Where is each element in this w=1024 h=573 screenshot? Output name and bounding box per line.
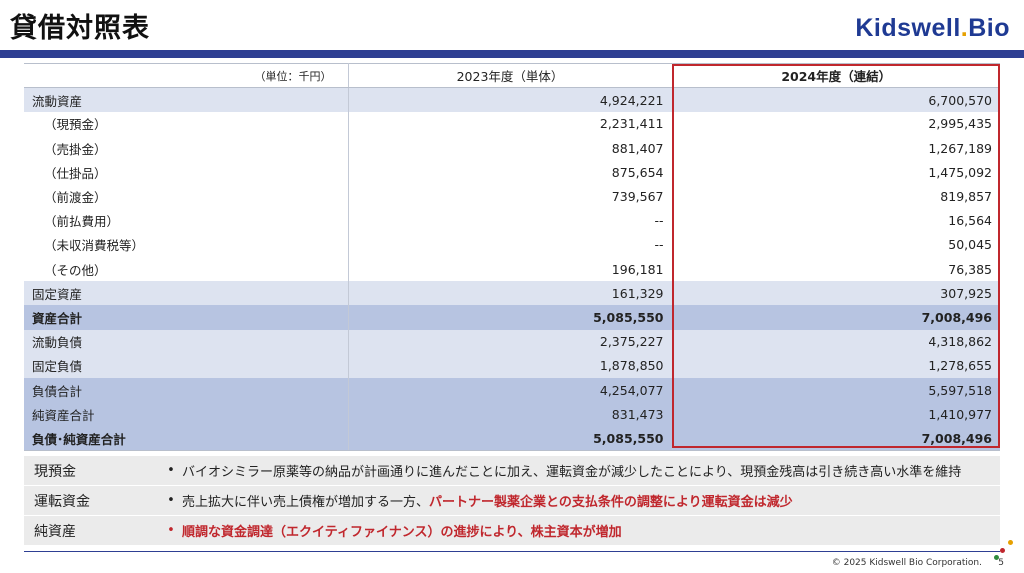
value-2024: 7,008,496 bbox=[672, 305, 1000, 330]
table-row: 固定資産 161,329 307,925 bbox=[24, 281, 1000, 306]
note-label: 運転資金 bbox=[34, 493, 90, 510]
column-header-2024: 2024年度（連結） bbox=[672, 62, 1000, 89]
row-label: （未収消費税等） bbox=[24, 232, 349, 257]
row-label: 負債合計 bbox=[24, 377, 349, 403]
value-2024: 76,385 bbox=[672, 257, 1000, 282]
table-row: 流動負債 2,375,227 4,318,862 bbox=[24, 329, 1000, 354]
row-label: （前渡金） bbox=[24, 184, 349, 209]
value-2024: 1,410,977 bbox=[672, 402, 1000, 427]
value-2024: 7,008,496 bbox=[672, 426, 1000, 452]
unit-label: （単位：千円） bbox=[24, 62, 349, 89]
note-text-body: 売上拡大に伴い売上債権が増加する一方、 bbox=[182, 495, 430, 510]
bullet-icon: • bbox=[167, 463, 175, 478]
page-title: 貸借対照表 bbox=[10, 13, 150, 44]
value-2024: 50,045 bbox=[672, 232, 1000, 257]
note-row-cash: 現預金 • バイオシミラー原薬等の納品が計画通りに進んだことに加え、運転資金が減… bbox=[24, 456, 1000, 485]
note-label: 現預金 bbox=[34, 463, 76, 480]
value-2023: 4,254,077 bbox=[348, 377, 673, 403]
value-2024: 1,278,655 bbox=[672, 353, 1000, 378]
row-label: （仕掛品） bbox=[24, 160, 349, 185]
value-2023: -- bbox=[348, 208, 673, 233]
table-row: （未収消費税等） -- 50,045 bbox=[24, 232, 1000, 257]
copyright-text: © 2025 Kidswell Bio Corporation. bbox=[831, 558, 982, 568]
note-text-highlight: パートナー製薬企業との支払条件の調整により運転資金は減少 bbox=[429, 495, 793, 510]
value-2023: 1,878,850 bbox=[348, 353, 673, 378]
dot-yellow bbox=[1008, 540, 1013, 545]
logo-dots-icon bbox=[994, 540, 1018, 560]
balance-sheet-table: （単位：千円） 2023年度（単体） 2024年度（連結） 流動資産 4,924… bbox=[24, 62, 1000, 452]
row-label: 流動負債 bbox=[24, 329, 349, 354]
value-2024: 1,475,092 bbox=[672, 160, 1000, 185]
value-2024: 4,318,862 bbox=[672, 329, 1000, 354]
note-text-body: バイオシミラー原薬等の納品が計画通りに進んだことに加え、運転資金が減少したことに… bbox=[182, 465, 962, 480]
notes-section: 現預金 • バイオシミラー原薬等の納品が計画通りに進んだことに加え、運転資金が減… bbox=[24, 456, 1000, 546]
company-logo: Kidswell.Bio bbox=[855, 14, 1010, 43]
value-2023: 2,375,227 bbox=[348, 329, 673, 354]
header-rule bbox=[0, 50, 1024, 58]
note-label: 純資産 bbox=[34, 523, 76, 540]
value-2024: 16,564 bbox=[672, 208, 1000, 233]
value-2023: 881,407 bbox=[348, 136, 673, 161]
table-row: 流動資産 4,924,221 6,700,570 bbox=[24, 87, 1000, 112]
table-row: （その他） 196,181 76,385 bbox=[24, 257, 1000, 282]
dot-red bbox=[1000, 548, 1005, 553]
value-2023: 196,181 bbox=[348, 257, 673, 282]
value-2023: -- bbox=[348, 232, 673, 257]
value-2023: 739,567 bbox=[348, 184, 673, 209]
table-row: 固定負債 1,878,850 1,278,655 bbox=[24, 353, 1000, 378]
row-label: 純資産合計 bbox=[24, 402, 349, 427]
value-2023: 875,654 bbox=[348, 160, 673, 185]
table-row-total: 負債･純資産合計 5,085,550 7,008,496 bbox=[24, 426, 1000, 452]
row-label: 流動資産 bbox=[24, 87, 349, 112]
logo-main: Kidswell bbox=[855, 14, 961, 42]
row-label: （現預金） bbox=[24, 111, 349, 137]
value-2024: 6,700,570 bbox=[672, 87, 1000, 112]
value-2023: 4,924,221 bbox=[348, 87, 673, 112]
value-2024: 2,995,435 bbox=[672, 111, 1000, 137]
value-2023: 831,473 bbox=[348, 402, 673, 427]
row-label: （前払費用） bbox=[24, 208, 349, 233]
row-label: 固定負債 bbox=[24, 353, 349, 378]
value-2024: 5,597,518 bbox=[672, 377, 1000, 403]
value-2024: 819,857 bbox=[672, 184, 1000, 209]
note-row-working-capital: 運転資金 • 売上拡大に伴い売上債権が増加する一方、パートナー製薬企業との支払条… bbox=[24, 486, 1000, 515]
table-row: （売掛金） 881,407 1,267,189 bbox=[24, 136, 1000, 161]
row-label: 固定資産 bbox=[24, 281, 349, 306]
value-2024: 307,925 bbox=[672, 281, 1000, 306]
footer-rule bbox=[24, 551, 1000, 552]
table-header-row: （単位：千円） 2023年度（単体） 2024年度（連結） bbox=[24, 62, 1000, 89]
column-header-2023: 2023年度（単体） bbox=[348, 62, 673, 89]
table-row-total: 資産合計 5,085,550 7,008,496 bbox=[24, 305, 1000, 330]
value-2023: 5,085,550 bbox=[348, 426, 673, 452]
table-row: （仕掛品） 875,654 1,475,092 bbox=[24, 160, 1000, 185]
note-row-net-assets: 純資産 • 順調な資金調達（エクイティファイナンス）の進捗により、株主資本が増加 bbox=[24, 516, 1000, 545]
note-text: 売上拡大に伴い売上債権が増加する一方、パートナー製薬企業との支払条件の調整により… bbox=[182, 491, 793, 510]
table-row: 負債合計 4,254,077 5,597,518 bbox=[24, 377, 1000, 403]
dot-green bbox=[994, 555, 999, 560]
value-2023: 5,085,550 bbox=[348, 305, 673, 330]
row-label: （その他） bbox=[24, 257, 349, 282]
note-text-body: 順調な資金調達（エクイティファイナンス）の進捗により、株主資本が増加 bbox=[182, 525, 622, 540]
bullet-icon: • bbox=[167, 523, 175, 538]
row-label: 負債･純資産合計 bbox=[24, 426, 349, 452]
row-label: （売掛金） bbox=[24, 136, 349, 161]
bullet-icon: • bbox=[167, 493, 175, 508]
table-row: （前払費用） -- 16,564 bbox=[24, 208, 1000, 233]
logo-suffix: Bio bbox=[968, 14, 1010, 42]
value-2023: 2,231,411 bbox=[348, 111, 673, 137]
table-row: （前渡金） 739,567 819,857 bbox=[24, 184, 1000, 209]
table-row: （現預金） 2,231,411 2,995,435 bbox=[24, 111, 1000, 137]
value-2024: 1,267,189 bbox=[672, 136, 1000, 161]
table-row: 純資産合計 831,473 1,410,977 bbox=[24, 402, 1000, 427]
value-2023: 161,329 bbox=[348, 281, 673, 306]
note-text: バイオシミラー原薬等の納品が計画通りに進んだことに加え、運転資金が減少したことに… bbox=[182, 461, 961, 480]
note-text: 順調な資金調達（エクイティファイナンス）の進捗により、株主資本が増加 bbox=[182, 521, 622, 540]
row-label: 資産合計 bbox=[24, 305, 349, 330]
